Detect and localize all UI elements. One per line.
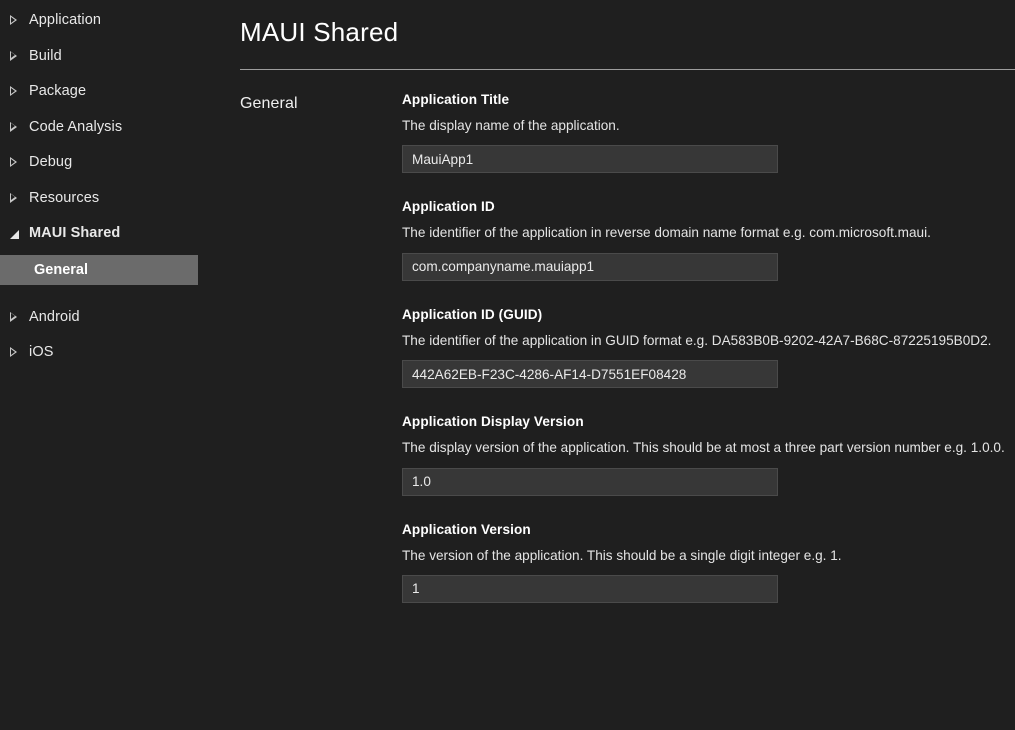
settings-window: Application Build Package Code Analysis … <box>0 0 1015 730</box>
chevron-right-icon[interactable] <box>10 51 26 61</box>
sidebar-item-label: Debug <box>29 154 72 170</box>
section-heading-general: General <box>240 92 402 603</box>
sidebar-item-ios[interactable]: iOS <box>0 338 215 366</box>
field-label: Application ID (GUID) <box>402 307 1015 322</box>
field-label: Application Display Version <box>402 414 1015 429</box>
settings-main-panel: MAUI Shared General Application Title Th… <box>215 0 1015 730</box>
sidebar-item-package[interactable]: Package <box>0 77 215 105</box>
field-label: Application ID <box>402 199 1015 214</box>
sidebar-item-label: Build <box>29 48 62 64</box>
sidebar-item-label: MAUI Shared <box>29 225 120 241</box>
chevron-right-icon[interactable] <box>10 122 26 132</box>
sidebar-item-label: Code Analysis <box>29 119 122 135</box>
sidebar-item-label: Resources <box>29 190 99 206</box>
sidebar-item-label: iOS <box>29 344 53 360</box>
sidebar-item-debug[interactable]: Debug <box>0 148 215 176</box>
sidebar-item-code-analysis[interactable]: Code Analysis <box>0 113 215 141</box>
chevron-right-icon[interactable] <box>10 347 26 357</box>
sidebar-item-general[interactable]: General <box>0 255 198 285</box>
chevron-right-icon[interactable] <box>10 312 26 322</box>
sidebar-item-label: Package <box>29 83 86 99</box>
settings-field-list: Application Title The display name of th… <box>402 92 1015 603</box>
field-description: The version of the application. This sho… <box>402 544 1015 567</box>
field-description: The identifier of the application in rev… <box>402 221 1015 244</box>
chevron-right-icon[interactable] <box>10 15 26 25</box>
sidebar-spacer <box>0 292 215 303</box>
field-label: Application Version <box>402 522 1015 537</box>
sidebar-item-maui-shared[interactable]: MAUI Shared <box>0 219 215 247</box>
settings-content: General Application Title The display na… <box>225 70 1015 603</box>
application-display-version-input[interactable] <box>402 468 778 496</box>
sidebar-item-application[interactable]: Application <box>0 6 215 34</box>
sidebar-item-label: General <box>34 262 88 278</box>
sidebar-item-label: Application <box>29 12 101 28</box>
application-version-input[interactable] <box>402 575 778 603</box>
chevron-right-icon[interactable] <box>10 86 26 96</box>
page-title: MAUI Shared <box>240 17 1015 48</box>
sidebar-item-android[interactable]: Android <box>0 303 215 331</box>
field-description: The identifier of the application in GUI… <box>402 329 1015 352</box>
application-title-input[interactable] <box>402 145 778 173</box>
field-label: Application Title <box>402 92 1015 107</box>
settings-sidebar: Application Build Package Code Analysis … <box>0 0 215 730</box>
application-id-guid-input[interactable] <box>402 360 778 388</box>
field-application-id: Application ID The identifier of the app… <box>402 199 1015 280</box>
field-description: The display version of the application. … <box>402 436 1015 459</box>
field-application-version: Application Version The version of the a… <box>402 522 1015 603</box>
application-id-input[interactable] <box>402 253 778 281</box>
field-application-title: Application Title The display name of th… <box>402 92 1015 173</box>
field-application-display-version: Application Display Version The display … <box>402 414 1015 495</box>
chevron-down-icon[interactable] <box>10 228 26 239</box>
field-description: The display name of the application. <box>402 114 1015 137</box>
chevron-right-icon[interactable] <box>10 193 26 203</box>
field-application-id-guid: Application ID (GUID) The identifier of … <box>402 307 1015 388</box>
chevron-right-icon[interactable] <box>10 157 26 167</box>
sidebar-item-label: Android <box>29 309 80 325</box>
sidebar-item-build[interactable]: Build <box>0 42 215 70</box>
sidebar-item-resources[interactable]: Resources <box>0 184 215 212</box>
